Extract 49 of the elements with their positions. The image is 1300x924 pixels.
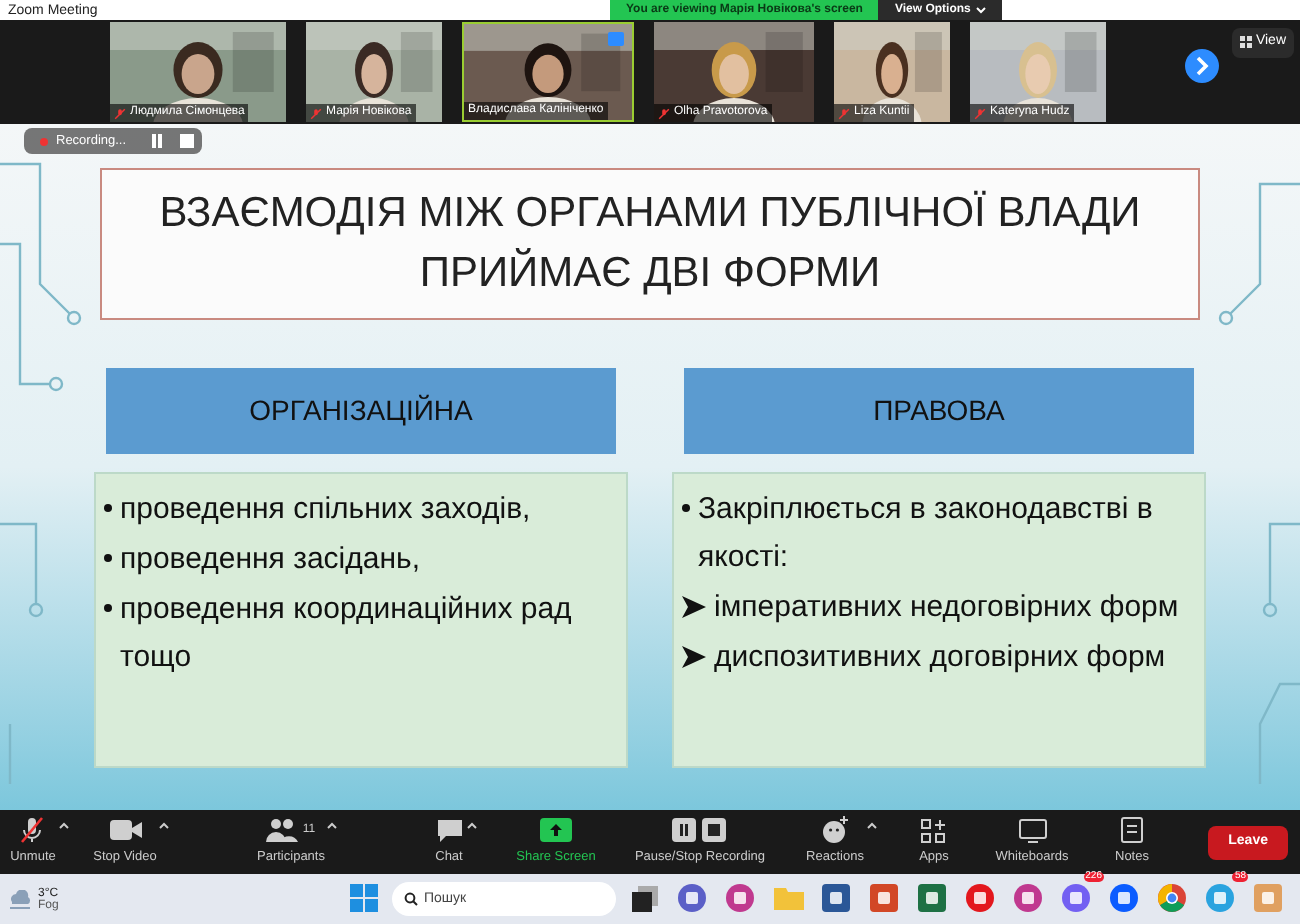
app-icon[interactable] bbox=[678, 884, 706, 912]
slide-text: імперативних недоговірних форм bbox=[714, 588, 1179, 628]
slide-text: проведення спільних заходів, bbox=[120, 490, 531, 530]
app-icon[interactable] bbox=[966, 884, 994, 912]
apps-icon bbox=[920, 817, 947, 844]
notes-icon bbox=[1119, 816, 1144, 845]
app-icon[interactable] bbox=[1206, 884, 1234, 912]
bullet-icon bbox=[682, 504, 690, 512]
bullet-icon bbox=[104, 604, 112, 612]
slide-text: Закріплюється в законодавстві в якості: bbox=[698, 490, 1155, 578]
caret-icon bbox=[976, 6, 987, 14]
caret-icon[interactable] bbox=[865, 820, 878, 831]
slide-text: проведення координаційних рад тощо bbox=[120, 590, 574, 678]
windows-logo-icon[interactable] bbox=[350, 884, 378, 912]
stop-icon[interactable] bbox=[180, 134, 195, 148]
slide-title: ВЗАЄМОДІЯ МІЖ ОРГАНАМИ ПУБЛІЧНОЇ ВЛАДИ ПРИЙМАЄ ДВІ ФОРМИ bbox=[100, 168, 1200, 320]
app-icon[interactable] bbox=[918, 884, 946, 912]
browser-icon[interactable] bbox=[1158, 884, 1186, 912]
app-icon[interactable] bbox=[822, 884, 850, 912]
app-icon[interactable] bbox=[1062, 884, 1090, 912]
arrow-bullet-icon bbox=[682, 646, 706, 668]
arrow-bullet-icon bbox=[682, 596, 706, 618]
slide-text: диспозитивних договірних форм bbox=[714, 638, 1166, 678]
pause-stop-icon bbox=[671, 818, 728, 843]
muted-mic-icon bbox=[18, 816, 47, 845]
caret-icon[interactable] bbox=[326, 820, 339, 831]
task-view-icon[interactable] bbox=[631, 885, 657, 911]
column-heading: ОРГАНІЗАЦІЙНА bbox=[106, 368, 616, 454]
slide-text: проведення засідань, bbox=[120, 540, 420, 580]
search-icon bbox=[404, 891, 418, 905]
bullet-icon bbox=[104, 554, 112, 562]
app-icon[interactable] bbox=[1014, 884, 1042, 912]
grid-icon bbox=[1239, 36, 1252, 49]
people-icon bbox=[266, 818, 299, 843]
video-camera-icon bbox=[109, 818, 141, 843]
share-screen-icon bbox=[540, 818, 572, 843]
whiteboard-icon bbox=[1017, 817, 1047, 844]
app-icon[interactable] bbox=[870, 884, 898, 912]
caret-icon[interactable] bbox=[465, 820, 477, 831]
caret-icon[interactable] bbox=[57, 820, 70, 831]
fog-cloud-icon bbox=[8, 889, 32, 909]
app-icon[interactable] bbox=[1110, 884, 1138, 912]
app-icon[interactable] bbox=[726, 884, 754, 912]
pause-icon[interactable] bbox=[150, 134, 165, 148]
chat-bubble-icon bbox=[435, 817, 463, 844]
bullet-icon bbox=[104, 504, 112, 512]
caret-icon[interactable] bbox=[158, 820, 171, 831]
column-heading: ПРАВОВА bbox=[684, 368, 1194, 454]
smiley-icon bbox=[821, 816, 849, 845]
